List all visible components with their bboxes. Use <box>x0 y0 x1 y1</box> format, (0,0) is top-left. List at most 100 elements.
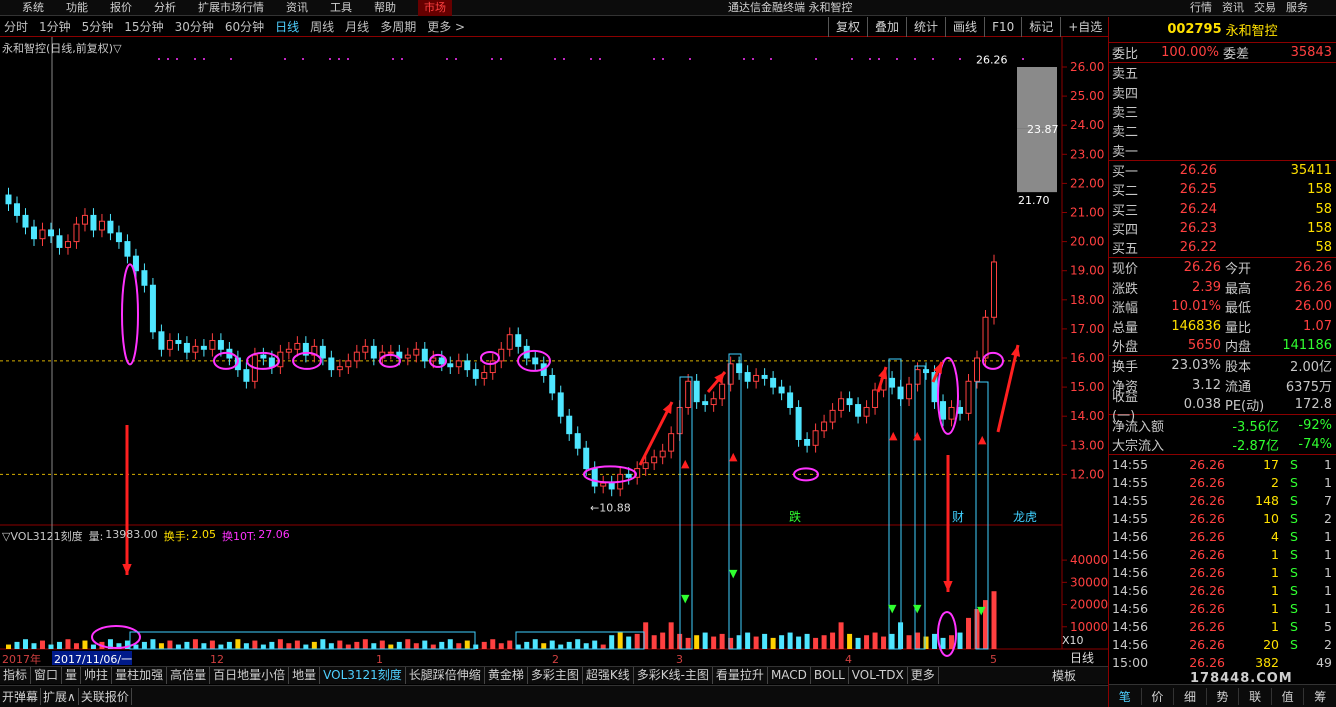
period-7[interactable]: 周线 <box>308 18 334 35</box>
volume-bar <box>235 639 240 649</box>
indicator-tab-18[interactable]: 更多 <box>908 667 939 684</box>
indicator-tab-2[interactable]: 量 <box>62 667 81 684</box>
buy-row[interactable]: 买一 26.26 35411 <box>1109 161 1336 180</box>
indicator-tab-10[interactable]: 黄金梯 <box>485 667 528 684</box>
indicator-tab-8[interactable]: VOL3121刻度 <box>320 667 406 684</box>
kline-chart[interactable]: 26.00 25.00 24.00 23.00 22.00 21.00 20.00 19.00… <box>0 37 1108 666</box>
period-1[interactable]: 1分钟 <box>37 18 71 35</box>
sell-row[interactable]: 卖三 <box>1109 102 1336 121</box>
template-button[interactable]: 模板 <box>1052 667 1076 684</box>
period-2[interactable]: 5分钟 <box>80 18 114 35</box>
candle-body <box>482 373 487 379</box>
menu-item-4[interactable]: 扩展市场行情 <box>198 0 264 16</box>
sell-row[interactable]: 卖四 <box>1109 83 1336 102</box>
range-box-lo-label: 21.70 <box>1018 194 1050 207</box>
volume-bar <box>839 622 844 649</box>
volume-bar <box>252 641 257 649</box>
marker-dot <box>158 58 160 60</box>
period-10[interactable]: 更多 > <box>425 18 465 35</box>
tool-3[interactable]: 画线 <box>945 17 984 37</box>
buy-volume: 158 <box>1221 221 1336 236</box>
quote-tab-0[interactable]: 笔 <box>1109 688 1142 705</box>
candle-body <box>91 215 96 230</box>
indicator-tab-13[interactable]: 多彩K线-主图 <box>634 667 713 684</box>
candle-body <box>422 349 427 361</box>
indicator-tab-6[interactable]: 百日地量小倍 <box>210 667 289 684</box>
volume-bar <box>201 643 206 649</box>
tick-volume: 4 <box>1225 529 1279 544</box>
indicator-tab-12[interactable]: 超强K线 <box>583 667 634 684</box>
menu-right-1[interactable]: 资讯 <box>1222 0 1244 16</box>
candle-body <box>150 285 155 332</box>
menu-item-7[interactable]: 帮助 <box>374 0 396 16</box>
indicator-tab-bar: 指标 窗口量帅拄 量柱加强 高倍量 百日地量小倍 地量 VOL3121刻度 长腿踩倍伸缩 黄金梯… <box>0 666 1108 684</box>
tick-list[interactable]: 14:55 26.26 17 S 1 14:55 26.26 2 S 1 14:55 26.26 148… <box>1109 455 1336 671</box>
tool-4[interactable]: F10 <box>984 17 1021 37</box>
sell-row[interactable]: 卖二 <box>1109 121 1336 140</box>
vol-value: 13983.00 <box>105 528 158 544</box>
tool-6[interactable]: +自选 <box>1060 17 1109 37</box>
quote-tab-5[interactable]: 值 <box>1272 688 1305 705</box>
quote-tab-4[interactable]: 联 <box>1239 688 1272 705</box>
info-value: 141186 <box>1261 338 1336 353</box>
tool-2[interactable]: 统计 <box>906 17 945 37</box>
indicator-tab-17[interactable]: VOL-TDX <box>849 667 908 684</box>
period-9[interactable]: 多周期 <box>378 18 416 35</box>
tool-1[interactable]: 叠加 <box>867 17 906 37</box>
tool-0[interactable]: 复权 <box>828 17 867 37</box>
period-6[interactable]: 日线 <box>273 18 299 35</box>
quote-tab-1[interactable]: 价 <box>1142 688 1175 705</box>
quote-header[interactable]: 002795 永和智控 <box>1109 17 1336 43</box>
price-tick-label: 12.00 <box>1070 467 1104 481</box>
indicator-tab-7[interactable]: 地量 <box>289 667 320 684</box>
menu-item-0[interactable]: 系统 <box>22 0 44 16</box>
period-3[interactable]: 15分钟 <box>122 18 163 35</box>
indicator-tab-4[interactable]: 量柱加强 <box>112 667 167 684</box>
menu-right-3[interactable]: 服务 <box>1286 0 1308 16</box>
candle-body <box>907 384 912 399</box>
menu-right-0[interactable]: 行情 <box>1190 0 1212 16</box>
vol-indicator-name[interactable]: ▽VOL3121刻度 <box>2 528 83 544</box>
candle-body <box>643 463 648 469</box>
vol-tick-label: 10000 <box>1070 620 1108 634</box>
menu-item-6[interactable]: 工具 <box>330 0 352 16</box>
period-4[interactable]: 30分钟 <box>173 18 214 35</box>
quote-tab-6[interactable]: 筹 <box>1304 688 1336 705</box>
info-row: 总量 146836 量比 1.07 <box>1109 316 1336 335</box>
indicator-tab-16[interactable]: BOLL <box>811 667 849 684</box>
indicator-tab-15[interactable]: MACD <box>768 667 811 684</box>
tick-row: 14:56 26.26 4 S 1 <box>1109 527 1336 545</box>
sell-row[interactable]: 卖一 <box>1109 140 1336 159</box>
bottom-action-2[interactable]: 关联报价 <box>79 688 132 705</box>
fund-flow: 净流入额 -3.56亿 -92% 大宗流入 -2.87亿 -74% <box>1109 415 1336 455</box>
quote-tab-3[interactable]: 势 <box>1207 688 1240 705</box>
tool-5[interactable]: 标记 <box>1021 17 1060 37</box>
candle-body <box>176 341 181 344</box>
menu-item-2[interactable]: 报价 <box>110 0 132 16</box>
sell-orders: 卖五 卖四 卖三 卖二 卖一 <box>1109 63 1336 160</box>
period-0[interactable]: 分时 <box>2 18 28 35</box>
indicator-tab-11[interactable]: 多彩主图 <box>528 667 583 684</box>
buy-row[interactable]: 买四 26.23 158 <box>1109 219 1336 238</box>
indicator-tab-3[interactable]: 帅拄 <box>81 667 112 684</box>
indicator-tab-5[interactable]: 高倍量 <box>167 667 210 684</box>
buy-row[interactable]: 买五 26.22 58 <box>1109 238 1336 257</box>
menu-item-5[interactable]: 资讯 <box>286 0 308 16</box>
marker-dot <box>959 58 961 60</box>
bottom-action-1[interactable]: 扩展∧ <box>41 688 79 705</box>
indicator-tab-0[interactable]: 指标 <box>0 667 31 684</box>
menu-right-2[interactable]: 交易 <box>1254 0 1276 16</box>
menu-item-3[interactable]: 分析 <box>154 0 176 16</box>
period-8[interactable]: 月线 <box>343 18 369 35</box>
sell-row[interactable]: 卖五 <box>1109 63 1336 82</box>
indicator-tab-9[interactable]: 长腿踩倍伸缩 <box>406 667 485 684</box>
bottom-action-0[interactable]: 开弹幕 <box>0 688 41 705</box>
indicator-tab-14[interactable]: 看量拉升 <box>713 667 768 684</box>
buy-row[interactable]: 买三 26.24 58 <box>1109 199 1336 218</box>
menu-market[interactable]: 市场 <box>418 0 452 16</box>
buy-row[interactable]: 买二 26.25 158 <box>1109 180 1336 199</box>
indicator-tab-1[interactable]: 窗口 <box>31 667 62 684</box>
period-5[interactable]: 60分钟 <box>223 18 264 35</box>
quote-tab-2[interactable]: 细 <box>1174 688 1207 705</box>
menu-item-1[interactable]: 功能 <box>66 0 88 16</box>
